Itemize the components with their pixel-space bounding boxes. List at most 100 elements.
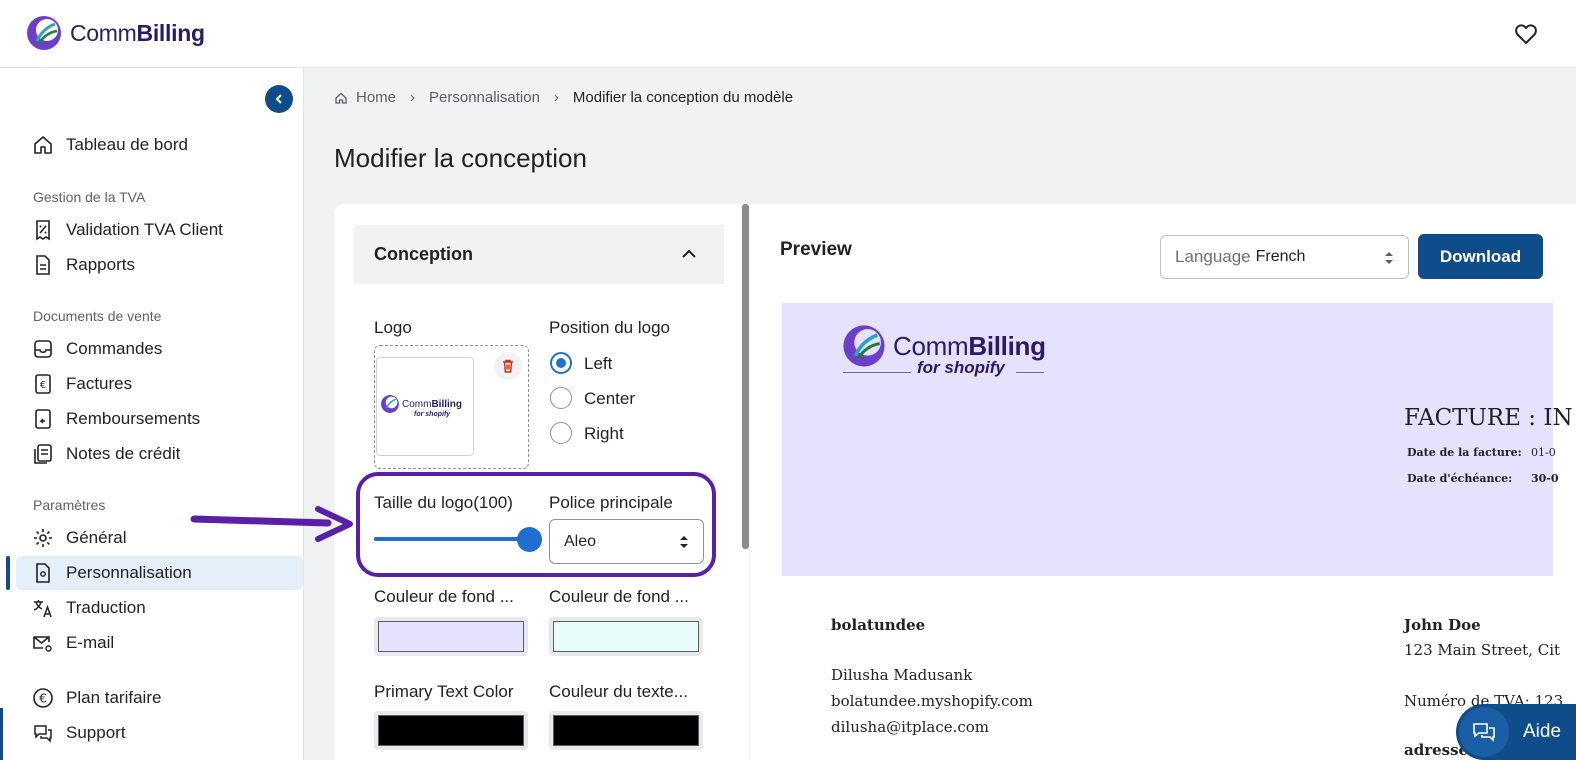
euro-document-icon: €: [32, 373, 54, 395]
logo-label: Logo: [374, 318, 412, 337]
position-right-label: Right: [584, 424, 624, 443]
receipt-percent-icon: [32, 219, 54, 241]
logo-size-label: Taille du logo(100): [374, 493, 513, 512]
sidebar-item-label: Personnalisation: [66, 563, 192, 582]
main-font-select[interactable]: Aleo: [549, 519, 704, 564]
preview-title: Preview: [780, 239, 852, 260]
breadcrumb-current: Modifier la conception du modèle: [572, 89, 794, 106]
secondary-text-color-swatch[interactable]: [549, 711, 703, 750]
position-center-radio[interactable]: [550, 387, 572, 409]
invoice-brand-line: [843, 372, 911, 373]
brand-name: CommBilling: [70, 20, 205, 46]
refund-icon: [32, 408, 54, 430]
seller-name: bolatundee: [831, 616, 926, 634]
sidebar-item-label: Commandes: [66, 339, 163, 358]
sidebar-item-label: Traduction: [66, 598, 146, 617]
sidebar-item-pricing[interactable]: € Plan tarifaire: [16, 681, 303, 715]
invoice-brand-line: [1016, 372, 1044, 373]
sidebar-item-label: Général: [66, 528, 127, 547]
help-widget-button[interactable]: Aide: [1456, 704, 1576, 760]
breadcrumb-home[interactable]: Home: [356, 89, 396, 106]
notes-icon: [32, 443, 54, 465]
download-button[interactable]: Download: [1418, 234, 1543, 279]
bg-color-2-swatch[interactable]: [549, 617, 703, 656]
seller-contact: Dilusha Madusank: [831, 666, 973, 684]
sidebar-item-vat-validation[interactable]: Validation TVA Client: [16, 213, 303, 247]
invoice-title: FACTURE : IN: [1404, 405, 1573, 431]
main-font-value: Aleo: [564, 532, 597, 550]
help-label: Aide: [1523, 721, 1562, 742]
commbilling-logo-icon: [381, 395, 399, 413]
select-arrows-icon: [1385, 252, 1393, 264]
sidebar-section-vat: Gestion de la TVA: [33, 189, 146, 205]
breadcrumb: Home › Personnalisation › Modifier la co…: [334, 89, 793, 106]
scroll-indicator: [0, 708, 3, 760]
sidebar-item-customization[interactable]: Personnalisation: [16, 556, 303, 590]
position-left-label: Left: [584, 354, 613, 373]
sidebar-item-email[interactable]: E-mail: [16, 626, 303, 660]
select-arrows-icon: [680, 536, 688, 548]
sidebar-item-label: Notes de crédit: [66, 444, 181, 463]
bg-color-1-swatch[interactable]: [374, 617, 528, 656]
due-date-label: Date d'échéance:: [1407, 472, 1513, 485]
language-select[interactable]: Language French: [1160, 235, 1409, 279]
top-bar: CommBilling: [0, 0, 1576, 68]
design-section-title: Conception: [374, 244, 473, 264]
sidebar-item-label: Validation TVA Client: [66, 220, 223, 239]
chevron-left-icon: [275, 94, 282, 104]
home-icon: [32, 134, 54, 156]
annotation-arrow-icon: [190, 506, 353, 542]
position-center-label: Center: [584, 389, 636, 408]
logo-position-label: Position du logo: [549, 318, 670, 337]
invoice-date-label: Date de la facture:: [1407, 446, 1522, 459]
secondary-text-color-label: Couleur du texte...: [549, 682, 688, 701]
chat-icon: [32, 722, 54, 744]
logo-size-slider-thumb[interactable]: [517, 527, 542, 552]
chevron-up-icon[interactable]: [680, 245, 698, 263]
sidebar-section-settings: Paramètres: [33, 497, 106, 513]
customize-document-icon: [32, 562, 54, 584]
primary-text-color-label: Primary Text Color: [374, 682, 514, 701]
thumbnail-brand: CommBilling: [402, 399, 463, 410]
invoice-brand-subtitle: for shopify: [917, 358, 1005, 377]
trash-icon: [503, 359, 513, 373]
seller-site: bolatundee.myshopify.com: [831, 692, 1033, 710]
sidebar-item-dashboard[interactable]: Tableau de bord: [16, 128, 303, 162]
delete-logo-button[interactable]: [494, 352, 522, 380]
sidebar-item-support[interactable]: Support: [16, 716, 303, 750]
position-right-radio[interactable]: [550, 422, 572, 444]
logo-size-slider-track[interactable]: [374, 537, 530, 541]
editor-scrollbar[interactable]: [742, 204, 749, 549]
euro-circle-icon: €: [32, 687, 54, 709]
sidebar-item-label: E-mail: [66, 633, 115, 652]
design-accordion-header[interactable]: Conception: [354, 225, 724, 284]
sidebar-item-translation[interactable]: Traduction: [16, 591, 303, 625]
due-date-value: 30-0: [1531, 472, 1559, 485]
sidebar-item-label: Plan tarifaire: [66, 688, 162, 707]
sidebar-item-label: Factures: [66, 374, 133, 393]
primary-text-color-swatch[interactable]: [374, 711, 528, 750]
commbilling-logo-icon: [27, 16, 61, 50]
translate-icon: [32, 597, 54, 619]
mail-gear-icon: [32, 632, 54, 654]
bg-color-2-label: Couleur de fond ...: [549, 587, 689, 606]
commbilling-logo-icon: [843, 325, 885, 367]
sidebar-item-refunds[interactable]: Remboursements: [16, 402, 303, 436]
document-icon: [32, 254, 54, 276]
heart-icon[interactable]: [1514, 22, 1538, 46]
sidebar-item-invoices[interactable]: € Factures: [16, 367, 303, 401]
sidebar-item-reports[interactable]: Rapports: [16, 248, 303, 282]
language-prefix: Language: [1175, 247, 1251, 266]
sidebar-item-label: Tableau de bord: [66, 135, 188, 154]
invoice-date-value: 01-0: [1531, 446, 1556, 459]
active-indicator: [6, 556, 10, 590]
sidebar-collapse-button[interactable]: [265, 85, 293, 113]
sidebar-item-orders[interactable]: Commandes: [16, 332, 303, 366]
sidebar-item-credit-notes[interactable]: Notes de crédit: [16, 437, 303, 471]
seller-email: dilusha@itplace.com: [831, 718, 990, 736]
page-title: Modifier la conception: [334, 143, 587, 173]
sidebar-item-label: Support: [66, 723, 126, 742]
breadcrumb-parent[interactable]: Personnalisation: [429, 89, 540, 106]
position-left-radio[interactable]: [550, 352, 572, 374]
breadcrumb-separator-icon: ›: [553, 89, 559, 106]
